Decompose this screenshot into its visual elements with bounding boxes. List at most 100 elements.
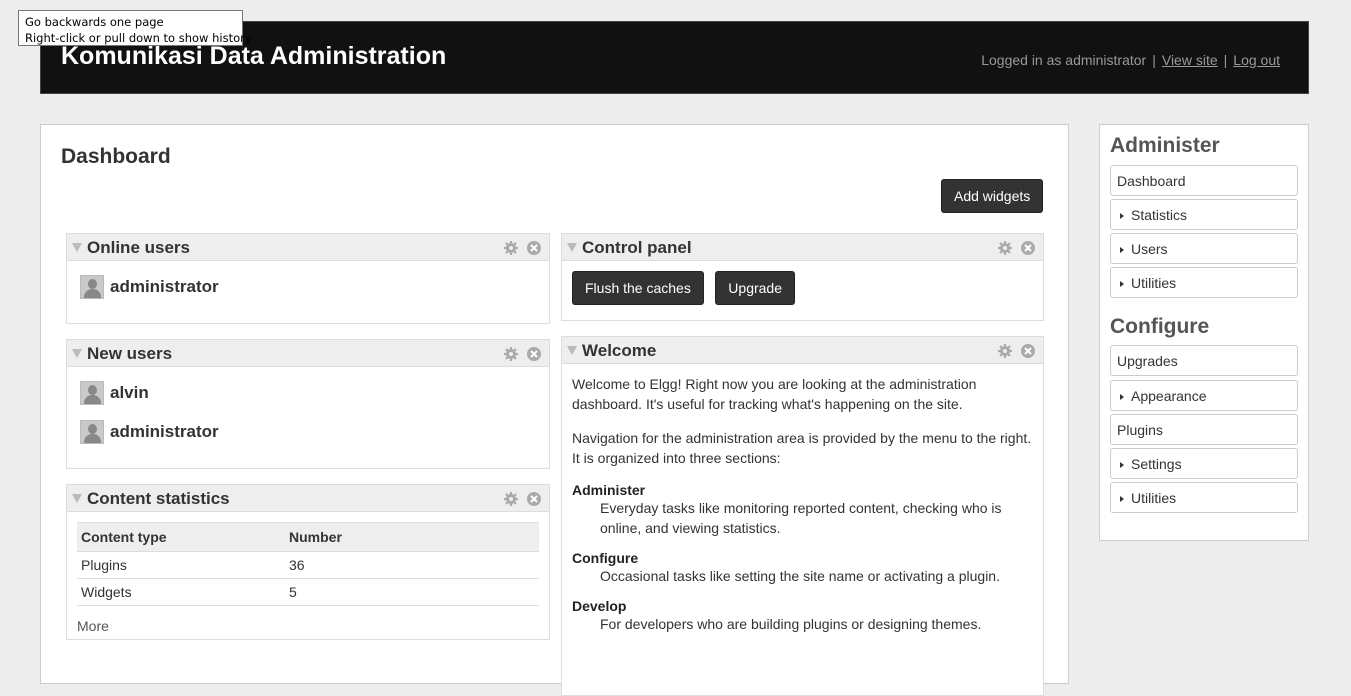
sidebar-item-label: Appearance (1131, 388, 1207, 404)
close-icon[interactable] (1021, 241, 1035, 255)
table-row: Plugins 36 (77, 551, 539, 579)
triangle-right-icon (1120, 246, 1124, 253)
close-icon[interactable] (527, 492, 541, 506)
admin-sidebar: Administer Dashboard Statistics Users Ut… (1099, 124, 1309, 541)
more-link[interactable]: More (77, 618, 109, 634)
gear-icon[interactable] (503, 241, 518, 255)
section-term: Administer (572, 482, 646, 498)
column-header: Number (285, 522, 539, 552)
triangle-right-icon (1120, 461, 1124, 468)
gear-icon[interactable] (997, 241, 1012, 255)
section-desc: Everyday tasks like monitoring reported … (600, 500, 1002, 536)
gear-icon[interactable] (503, 347, 518, 361)
close-icon[interactable] (527, 241, 541, 255)
triangle-down-icon[interactable] (72, 243, 82, 252)
section-desc: For developers who are building plugins … (600, 616, 982, 632)
column-header: Content type (77, 522, 285, 552)
user-name[interactable]: administrator (110, 422, 219, 442)
widget-title: Content statistics (87, 489, 230, 508)
sidebar-item-settings[interactable]: Settings (1110, 448, 1298, 479)
list-item[interactable]: alvin (80, 381, 536, 405)
triangle-down-icon[interactable] (72, 349, 82, 358)
user-name[interactable]: alvin (110, 383, 149, 403)
dashboard-main: Dashboard Add widgets Online users admin… (40, 124, 1069, 696)
widget-header: Control panel (562, 234, 1043, 261)
sidebar-item-label: Users (1131, 241, 1168, 257)
flush-caches-button[interactable]: Flush the caches (572, 271, 704, 305)
add-widgets-button[interactable]: Add widgets (941, 179, 1044, 213)
widget-control-panel: Control panel Flush the caches Upgrade (561, 233, 1044, 321)
widget-header: New users (67, 340, 549, 367)
close-icon[interactable] (527, 347, 541, 361)
logged-in-text: Logged in as administrator (981, 52, 1147, 68)
view-site-link[interactable]: View site (1162, 52, 1218, 68)
widget-title: Online users (87, 238, 190, 257)
tooltip-line-2: Right-click or pull down to show history (25, 31, 252, 45)
widget-title: Welcome (582, 341, 657, 360)
sidebar-item-label: Plugins (1117, 422, 1163, 438)
table-cell: Widgets (77, 578, 285, 606)
widget-title: Control panel (582, 238, 692, 257)
upgrade-button[interactable]: Upgrade (715, 271, 795, 305)
section-desc: Occasional tasks like setting the site n… (600, 568, 1000, 584)
separator: | (1223, 52, 1228, 68)
widget-new-users: New users alvin administrator (66, 339, 550, 469)
triangle-right-icon (1120, 393, 1124, 400)
user-nav: Logged in as administrator | View site | Log… (981, 52, 1280, 68)
section-term: Configure (572, 550, 639, 566)
tooltip-line-1: Go backwards one page (25, 15, 164, 29)
sidebar-heading-administer: Administer (1110, 134, 1220, 157)
sidebar-item-users[interactable]: Users (1110, 233, 1298, 264)
widget-header: Welcome (562, 337, 1043, 364)
sidebar-heading-configure: Configure (1110, 315, 1210, 338)
section-list: Administer Everyday tasks like monitorin… (572, 482, 1033, 634)
widget-title: New users (87, 344, 173, 363)
table-cell: Plugins (77, 551, 285, 579)
sidebar-item-utilities[interactable]: Utilities (1110, 267, 1298, 298)
list-item[interactable]: administrator (80, 420, 536, 444)
sidebar-item-label: Statistics (1131, 207, 1188, 223)
sidebar-item-upgrades[interactable]: Upgrades (1110, 345, 1298, 376)
triangle-right-icon (1120, 280, 1124, 287)
table-row: Widgets 5 (77, 578, 539, 606)
content-stats-table: Content type Number Plugins 36 Widgets 5 (77, 522, 539, 606)
triangle-down-icon[interactable] (72, 494, 82, 503)
widget-header: Online users (67, 234, 549, 261)
sidebar-item-label: Utilities (1131, 275, 1177, 291)
sidebar-item-plugins[interactable]: Plugins (1110, 414, 1298, 445)
welcome-paragraph: Navigation for the administration area i… (572, 430, 1032, 466)
widget-online-users: Online users administrator (66, 233, 550, 324)
triangle-down-icon[interactable] (567, 243, 577, 252)
sidebar-item-config-utilities[interactable]: Utilities (1110, 482, 1298, 513)
separator: | (1152, 52, 1156, 68)
list-item[interactable]: administrator (80, 275, 536, 299)
widget-header: Content statistics (67, 485, 549, 512)
sidebar-item-label: Settings (1131, 456, 1182, 472)
user-name[interactable]: administrator (110, 277, 219, 297)
table-cell: 36 (285, 551, 539, 579)
triangle-down-icon[interactable] (567, 346, 577, 355)
user-avatar-icon[interactable] (80, 420, 104, 444)
close-icon[interactable] (1021, 344, 1035, 358)
widget-content-statistics: Content statistics Content type Number P… (66, 484, 550, 640)
user-avatar-icon[interactable] (80, 275, 104, 299)
sidebar-item-dashboard[interactable]: Dashboard (1110, 165, 1298, 196)
welcome-paragraph: Welcome to Elgg! Right now you are looki… (572, 376, 977, 412)
site-title: Komunikasi Data Administration (61, 42, 447, 70)
sidebar-item-label: Upgrades (1117, 353, 1178, 369)
triangle-right-icon (1120, 212, 1124, 219)
sidebar-item-appearance[interactable]: Appearance (1110, 380, 1298, 411)
widget-welcome: Welcome Welcome to Elgg! Right now you a… (561, 336, 1044, 696)
triangle-right-icon (1120, 495, 1124, 502)
sidebar-item-label: Dashboard (1117, 173, 1186, 189)
sidebar-item-label: Utilities (1131, 490, 1177, 506)
user-avatar-icon[interactable] (80, 381, 104, 405)
gear-icon[interactable] (997, 344, 1012, 358)
page-title: Dashboard (61, 145, 171, 168)
back-button-tooltip: Go backwards one page Right-click or pul… (18, 10, 252, 46)
sidebar-item-statistics[interactable]: Statistics (1110, 199, 1298, 230)
gear-icon[interactable] (503, 492, 518, 506)
log-out-link[interactable]: Log out (1233, 52, 1280, 68)
section-term: Develop (572, 598, 627, 614)
table-cell: 5 (285, 578, 539, 606)
